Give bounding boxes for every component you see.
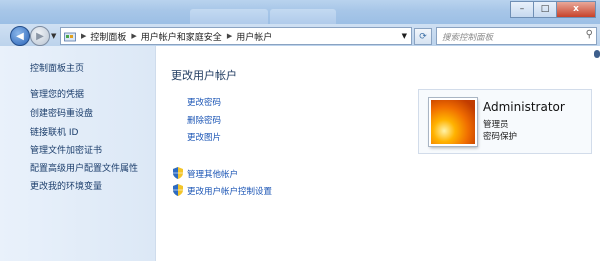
change-picture-link[interactable]: 更改图片 bbox=[187, 131, 221, 143]
window-controls: – □ x bbox=[510, 1, 596, 18]
title-bar: – □ x bbox=[0, 0, 600, 25]
user-password-status: 密码保护 bbox=[483, 132, 518, 142]
change-password-link[interactable]: 更改密码 bbox=[187, 96, 221, 108]
breadcrumb-separator-icon: ▶ bbox=[131, 32, 137, 40]
sidebar-link-manage-credentials[interactable]: 管理您的凭据 bbox=[30, 87, 84, 100]
search-placeholder: 搜索控制面板 bbox=[442, 33, 494, 43]
maximize-button[interactable]: □ bbox=[533, 1, 557, 18]
breadcrumb-control-panel[interactable]: 控制面板 bbox=[90, 30, 126, 43]
uac-shield-icon bbox=[173, 184, 183, 196]
page-title: 更改用户帐户 bbox=[171, 69, 237, 82]
user-role: 管理员 bbox=[483, 120, 509, 130]
navigation-bar: ◀ ▶ ▼ ▶ 控制面板 ▶ 用户帐户和家庭安全 ▶ 用户帐户 ▼ ⟳ 搜索控制… bbox=[0, 24, 600, 46]
close-button[interactable]: x bbox=[556, 1, 596, 18]
sidebar-link-environment-variables[interactable]: 更改我的环境变量 bbox=[30, 179, 102, 192]
arrow-left-icon: ◀ bbox=[16, 30, 24, 42]
breadcrumb-separator-icon: ▶ bbox=[81, 32, 87, 40]
remove-password-link[interactable]: 删除密码 bbox=[187, 114, 221, 126]
control-panel-icon bbox=[64, 32, 76, 41]
back-button[interactable]: ◀ bbox=[10, 26, 30, 46]
recent-pages-dropdown[interactable]: ▼ bbox=[51, 32, 56, 40]
user-account-card: Administrator 管理员 密码保护 bbox=[418, 89, 592, 154]
user-name: Administrator bbox=[483, 100, 565, 114]
background-tab-ghost bbox=[270, 9, 336, 25]
forward-button[interactable]: ▶ bbox=[30, 26, 50, 46]
scroll-indicator[interactable] bbox=[594, 50, 600, 58]
uac-settings-link[interactable]: 更改用户帐户控制设置 bbox=[187, 185, 272, 197]
background-tab-ghost bbox=[190, 9, 268, 25]
breadcrumb-user-accounts-family[interactable]: 用户帐户和家庭安全 bbox=[141, 30, 222, 43]
sidebar-link-online-id[interactable]: 链接联机 ID bbox=[30, 125, 78, 138]
address-bar[interactable]: ▶ 控制面板 ▶ 用户帐户和家庭安全 ▶ 用户帐户 ▼ bbox=[60, 27, 412, 45]
breadcrumb-separator-icon: ▶ bbox=[226, 32, 233, 40]
search-input[interactable]: 搜索控制面板 ⚲ bbox=[436, 27, 597, 45]
search-icon[interactable]: ⚲ bbox=[586, 29, 593, 40]
sidebar-link-encryption-certs[interactable]: 管理文件加密证书 bbox=[30, 143, 102, 156]
sidebar-link-create-reset-disk[interactable]: 创建密码重设盘 bbox=[30, 106, 93, 119]
manage-other-accounts-link[interactable]: 管理其他帐户 bbox=[187, 168, 238, 180]
sidebar-link-profile-properties[interactable]: 配置高级用户配置文件属性 bbox=[30, 161, 138, 174]
breadcrumb-user-accounts[interactable]: 用户帐户 bbox=[236, 30, 272, 43]
address-dropdown-icon[interactable]: ▼ bbox=[402, 32, 407, 40]
minimize-button[interactable]: – bbox=[510, 1, 534, 18]
uac-shield-icon bbox=[173, 167, 183, 179]
sidebar-home-link[interactable]: 控制面板主页 bbox=[30, 61, 84, 74]
user-avatar bbox=[429, 98, 477, 146]
arrow-right-icon: ▶ bbox=[36, 30, 44, 42]
refresh-button[interactable]: ⟳ bbox=[414, 28, 432, 45]
sidebar: 控制面板主页 管理您的凭据 创建密码重设盘 链接联机 ID 管理文件加密证书 配… bbox=[0, 46, 156, 261]
